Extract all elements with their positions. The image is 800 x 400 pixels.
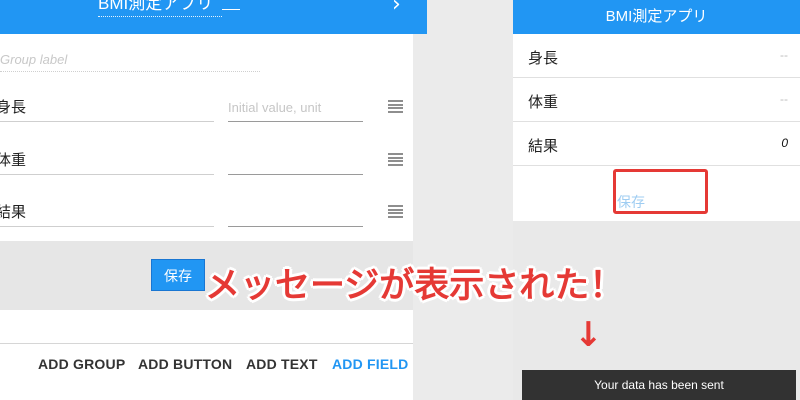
row-value: 0 (781, 136, 788, 150)
save-button[interactable]: 保存 (151, 259, 205, 291)
divider (0, 343, 413, 344)
row-value: -- (780, 48, 788, 62)
editor-action-bar: ADD GROUP ADD BUTTON ADD TEXT ADD FIELD (0, 310, 413, 400)
list-item[interactable]: 体重 -- (513, 78, 800, 122)
drag-handle-icon[interactable] (388, 153, 403, 166)
field-row-result: 結果 (0, 201, 413, 231)
field-value-input[interactable] (228, 201, 363, 227)
action-buttons: ADD GROUP ADD BUTTON ADD TEXT ADD FIELD (0, 356, 413, 376)
list-item[interactable]: 結果 0 (513, 122, 800, 166)
app-title-field[interactable]: BMI測定アプリ (98, 0, 222, 17)
add-field-button[interactable]: ADD FIELD (332, 356, 408, 372)
add-button-button[interactable]: ADD BUTTON (138, 356, 232, 372)
row-label: 結果 (528, 138, 559, 155)
field-label-input[interactable]: 体重 (0, 149, 214, 175)
list-item[interactable]: 身長 -- (513, 34, 800, 78)
form-editor-panel: BMI測定アプリ › Group label 身長 Initial value,… (0, 0, 427, 400)
field-row-height: 身長 Initial value, unit (0, 96, 413, 126)
row-label: 身長 (528, 50, 559, 67)
row-label: 体重 (528, 94, 559, 111)
add-text-button[interactable]: ADD TEXT (246, 356, 318, 372)
field-row-weight: 体重 (0, 149, 413, 179)
group-label-input[interactable]: Group label (0, 52, 260, 72)
toast-message: Your data has been sent (522, 370, 796, 400)
editor-header: BMI測定アプリ › (0, 0, 427, 34)
field-label-input[interactable]: 身長 (0, 96, 214, 122)
add-group-button[interactable]: ADD GROUP (38, 356, 125, 372)
editor-group-card: Group label 身長 Initial value, unit 体重 結果 (0, 34, 413, 241)
field-label-input[interactable]: 結果 (0, 201, 214, 227)
app-header-title: BMI測定アプリ (513, 0, 800, 34)
row-value: -- (780, 92, 788, 106)
chevron-right-icon[interactable]: › (392, 0, 401, 17)
drag-handle-icon[interactable] (388, 205, 403, 218)
highlight-box (613, 169, 708, 214)
drag-handle-icon[interactable] (388, 100, 403, 113)
title-underline (222, 9, 240, 10)
field-value-input[interactable] (228, 149, 363, 175)
arrow-down-icon: ↓ (574, 315, 603, 355)
field-value-input[interactable]: Initial value, unit (228, 96, 363, 122)
annotation-callout: メッセージが表示された！ (205, 266, 625, 305)
